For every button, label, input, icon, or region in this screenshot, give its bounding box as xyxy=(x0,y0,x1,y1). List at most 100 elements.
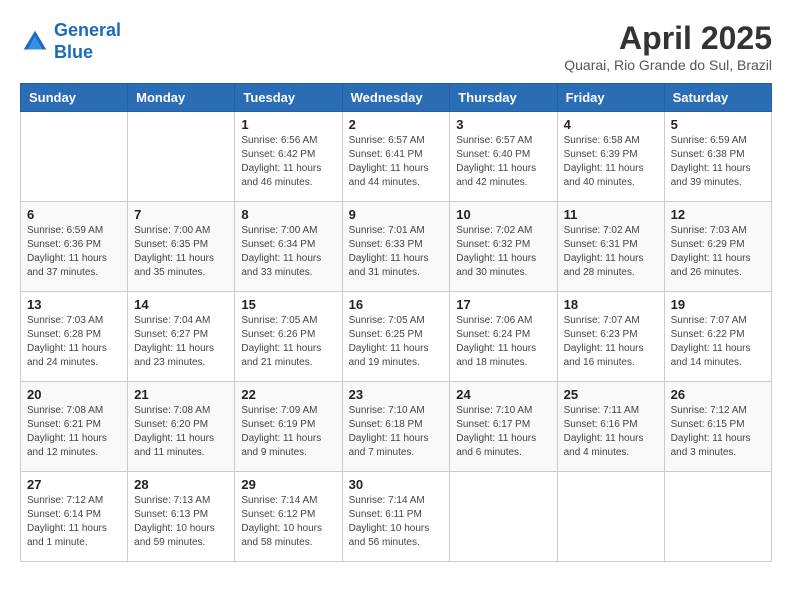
day-number: 6 xyxy=(27,207,121,222)
calendar-cell: 8 Sunrise: 7:00 AM Sunset: 6:34 PM Daylig… xyxy=(235,202,342,292)
calendar-cell: 22 Sunrise: 7:09 AM Sunset: 6:19 PM Dayli… xyxy=(235,382,342,472)
calendar-cell: 1Sunrise: 6:56 AM Sunset: 6:42 PM Daylig… xyxy=(235,112,342,202)
logo-icon xyxy=(20,27,50,57)
day-number: 4 xyxy=(564,117,658,132)
calendar-cell: 30Sunrise: 7:14 AM Sunset: 6:11 PM Dayli… xyxy=(342,472,450,562)
day-info: Sunrise: 7:12 AM Sunset: 6:15 PM Dayligh… xyxy=(671,404,765,460)
day-info: Sunrise: 7:12 AM Sunset: 6:14 PM Dayligh… xyxy=(27,494,121,550)
day-number: 12 xyxy=(671,207,765,222)
calendar-cell xyxy=(21,112,128,202)
calendar-week-2: 6 Sunrise: 6:59 AM Sunset: 6:36 PM Daylig… xyxy=(21,202,772,292)
calendar-cell: 6 Sunrise: 6:59 AM Sunset: 6:36 PM Daylig… xyxy=(21,202,128,292)
day-number: 22 xyxy=(241,387,335,402)
logo-text: General Blue xyxy=(54,20,121,63)
day-number: 27 xyxy=(27,477,121,492)
day-number: 13 xyxy=(27,297,121,312)
calendar-header-row: SundayMondayTuesdayWednesdayThursdayFrid… xyxy=(21,84,772,112)
location: Quarai, Rio Grande do Sul, Brazil xyxy=(564,57,772,73)
day-info: Sunrise: 7:10 AM Sunset: 6:17 PM Dayligh… xyxy=(456,404,550,460)
calendar-cell: 7Sunrise: 7:00 AM Sunset: 6:35 PM Daylig… xyxy=(128,202,235,292)
day-number: 9 xyxy=(349,207,444,222)
day-number: 17 xyxy=(456,297,550,312)
calendar-cell: 20 Sunrise: 7:08 AM Sunset: 6:21 PM Dayli… xyxy=(21,382,128,472)
calendar-cell: 14 Sunrise: 7:04 AM Sunset: 6:27 PM Dayli… xyxy=(128,292,235,382)
day-info: Sunrise: 7:08 AM Sunset: 6:20 PM Dayligh… xyxy=(134,404,228,460)
calendar-cell: 21 Sunrise: 7:08 AM Sunset: 6:20 PM Dayli… xyxy=(128,382,235,472)
day-info: Sunrise: 6:59 AM Sunset: 6:38 PM Dayligh… xyxy=(671,134,765,190)
day-number: 25 xyxy=(564,387,658,402)
day-info: Sunrise: 7:04 AM Sunset: 6:27 PM Dayligh… xyxy=(134,314,228,370)
day-info: Sunrise: 7:02 AM Sunset: 6:31 PM Dayligh… xyxy=(564,224,658,280)
day-number: 1 xyxy=(241,117,335,132)
day-number: 2 xyxy=(349,117,444,132)
day-info: Sunrise: 6:57 AM Sunset: 6:40 PM Dayligh… xyxy=(456,134,550,190)
day-number: 20 xyxy=(27,387,121,402)
calendar-cell: 12 Sunrise: 7:03 AM Sunset: 6:29 PM Dayli… xyxy=(664,202,771,292)
calendar-cell: 26 Sunrise: 7:12 AM Sunset: 6:15 PM Dayli… xyxy=(664,382,771,472)
calendar-cell: 5 Sunrise: 6:59 AM Sunset: 6:38 PM Daylig… xyxy=(664,112,771,202)
day-number: 21 xyxy=(134,387,228,402)
day-info: Sunrise: 7:03 AM Sunset: 6:28 PM Dayligh… xyxy=(27,314,121,370)
calendar-cell xyxy=(557,472,664,562)
day-header-saturday: Saturday xyxy=(664,84,771,112)
calendar-cell: 2 Sunrise: 6:57 AM Sunset: 6:41 PM Daylig… xyxy=(342,112,450,202)
day-number: 30 xyxy=(349,477,444,492)
calendar-cell: 19 Sunrise: 7:07 AM Sunset: 6:22 PM Dayli… xyxy=(664,292,771,382)
calendar-cell: 24 Sunrise: 7:10 AM Sunset: 6:17 PM Dayli… xyxy=(450,382,557,472)
day-info: Sunrise: 7:00 AM Sunset: 6:34 PM Dayligh… xyxy=(241,224,335,280)
calendar-cell xyxy=(128,112,235,202)
calendar-cell: 4 Sunrise: 6:58 AM Sunset: 6:39 PM Daylig… xyxy=(557,112,664,202)
calendar-cell: 27 Sunrise: 7:12 AM Sunset: 6:14 PM Dayli… xyxy=(21,472,128,562)
day-number: 8 xyxy=(241,207,335,222)
calendar-cell: 17Sunrise: 7:06 AM Sunset: 6:24 PM Dayli… xyxy=(450,292,557,382)
day-number: 16 xyxy=(349,297,444,312)
calendar-week-3: 13 Sunrise: 7:03 AM Sunset: 6:28 PM Dayli… xyxy=(21,292,772,382)
calendar-cell: 15Sunrise: 7:05 AM Sunset: 6:26 PM Dayli… xyxy=(235,292,342,382)
calendar-cell: 16Sunrise: 7:05 AM Sunset: 6:25 PM Dayli… xyxy=(342,292,450,382)
day-info: Sunrise: 7:08 AM Sunset: 6:21 PM Dayligh… xyxy=(27,404,121,460)
day-header-monday: Monday xyxy=(128,84,235,112)
day-number: 28 xyxy=(134,477,228,492)
day-number: 10 xyxy=(456,207,550,222)
day-info: Sunrise: 7:02 AM Sunset: 6:32 PM Dayligh… xyxy=(456,224,550,280)
calendar-cell: 23 Sunrise: 7:10 AM Sunset: 6:18 PM Dayli… xyxy=(342,382,450,472)
calendar-cell: 13 Sunrise: 7:03 AM Sunset: 6:28 PM Dayli… xyxy=(21,292,128,382)
day-info: Sunrise: 7:10 AM Sunset: 6:18 PM Dayligh… xyxy=(349,404,444,460)
day-header-wednesday: Wednesday xyxy=(342,84,450,112)
calendar-cell: 18Sunrise: 7:07 AM Sunset: 6:23 PM Dayli… xyxy=(557,292,664,382)
day-number: 5 xyxy=(671,117,765,132)
day-number: 11 xyxy=(564,207,658,222)
calendar-cell: 25Sunrise: 7:11 AM Sunset: 6:16 PM Dayli… xyxy=(557,382,664,472)
day-number: 26 xyxy=(671,387,765,402)
title-area: April 2025 Quarai, Rio Grande do Sul, Br… xyxy=(564,20,772,73)
day-number: 29 xyxy=(241,477,335,492)
day-info: Sunrise: 6:58 AM Sunset: 6:39 PM Dayligh… xyxy=(564,134,658,190)
calendar-cell xyxy=(450,472,557,562)
page-header: General Blue April 2025 Quarai, Rio Gran… xyxy=(20,20,772,73)
day-info: Sunrise: 7:13 AM Sunset: 6:13 PM Dayligh… xyxy=(134,494,228,550)
day-info: Sunrise: 7:00 AM Sunset: 6:35 PM Dayligh… xyxy=(134,224,228,280)
day-number: 15 xyxy=(241,297,335,312)
day-info: Sunrise: 7:14 AM Sunset: 6:12 PM Dayligh… xyxy=(241,494,335,550)
calendar-cell xyxy=(664,472,771,562)
day-info: Sunrise: 6:57 AM Sunset: 6:41 PM Dayligh… xyxy=(349,134,444,190)
calendar-cell: 9 Sunrise: 7:01 AM Sunset: 6:33 PM Daylig… xyxy=(342,202,450,292)
calendar-cell: 28 Sunrise: 7:13 AM Sunset: 6:13 PM Dayli… xyxy=(128,472,235,562)
day-info: Sunrise: 7:03 AM Sunset: 6:29 PM Dayligh… xyxy=(671,224,765,280)
calendar-cell: 3Sunrise: 6:57 AM Sunset: 6:40 PM Daylig… xyxy=(450,112,557,202)
day-number: 18 xyxy=(564,297,658,312)
calendar-table: SundayMondayTuesdayWednesdayThursdayFrid… xyxy=(20,83,772,562)
day-info: Sunrise: 7:09 AM Sunset: 6:19 PM Dayligh… xyxy=(241,404,335,460)
day-number: 19 xyxy=(671,297,765,312)
day-number: 24 xyxy=(456,387,550,402)
calendar-week-4: 20 Sunrise: 7:08 AM Sunset: 6:21 PM Dayli… xyxy=(21,382,772,472)
day-info: Sunrise: 7:07 AM Sunset: 6:22 PM Dayligh… xyxy=(671,314,765,370)
day-info: Sunrise: 7:01 AM Sunset: 6:33 PM Dayligh… xyxy=(349,224,444,280)
calendar-week-5: 27 Sunrise: 7:12 AM Sunset: 6:14 PM Dayli… xyxy=(21,472,772,562)
logo: General Blue xyxy=(20,20,121,63)
day-header-friday: Friday xyxy=(557,84,664,112)
month-title: April 2025 xyxy=(564,20,772,57)
day-number: 14 xyxy=(134,297,228,312)
day-number: 23 xyxy=(349,387,444,402)
day-info: Sunrise: 6:59 AM Sunset: 6:36 PM Dayligh… xyxy=(27,224,121,280)
